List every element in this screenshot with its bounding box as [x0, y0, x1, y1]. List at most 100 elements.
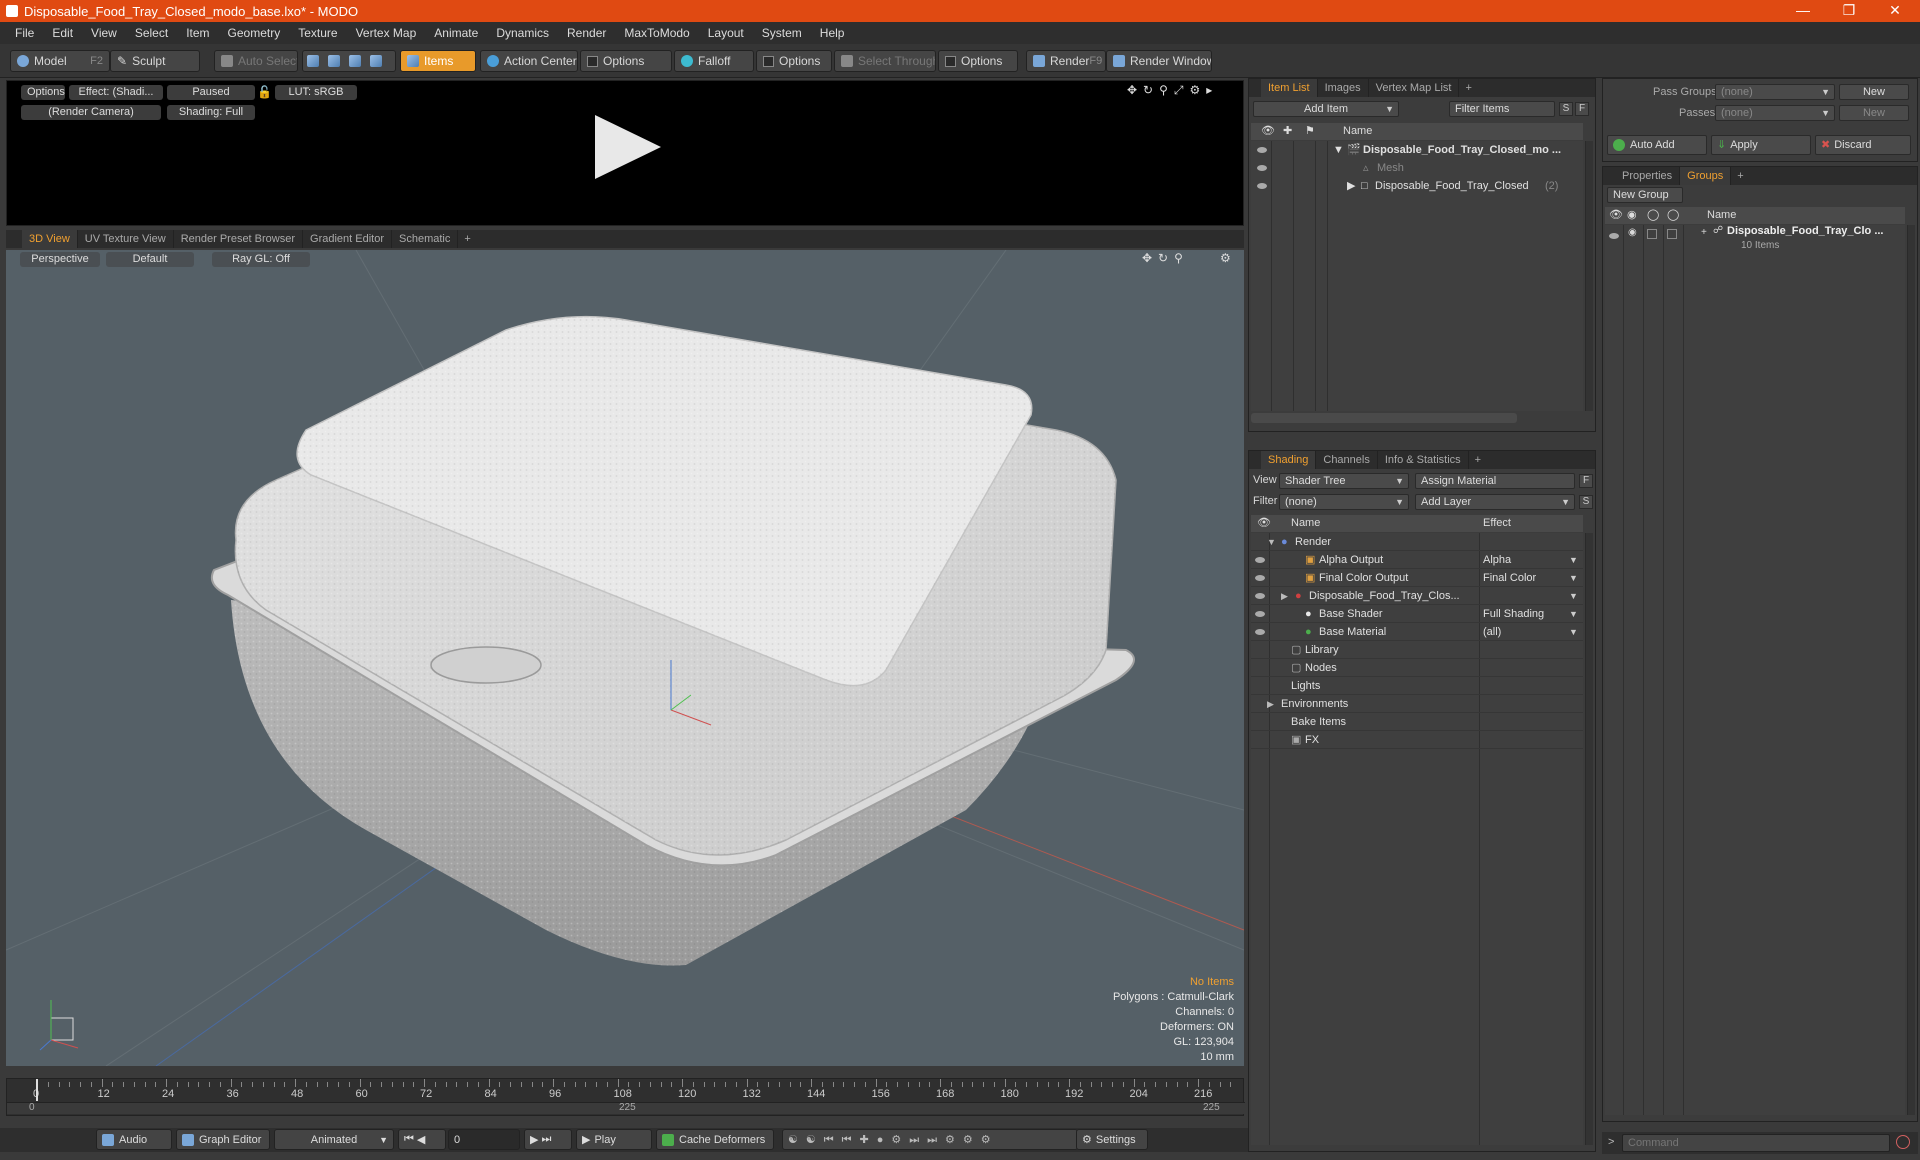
edges-mode-icon[interactable]: [328, 55, 340, 67]
item-list-hscrollbar[interactable]: [1251, 413, 1517, 423]
last-frame-icon[interactable]: ⏭: [541, 1133, 554, 1146]
add-tab-icon[interactable]: +: [1731, 170, 1749, 182]
restore-icon[interactable]: ❐: [1826, 0, 1872, 22]
select-through-options-button[interactable]: Options: [938, 50, 1018, 72]
shading-f-button[interactable]: F: [1579, 474, 1593, 488]
tab-vertex-map-list[interactable]: Vertex Map List: [1369, 79, 1460, 97]
tab-uv-texture-view[interactable]: UV Texture View: [78, 230, 174, 248]
menu-file[interactable]: File: [6, 26, 43, 40]
expand-arrow-icon[interactable]: ▶: [1347, 177, 1355, 195]
visibility-icon[interactable]: [1257, 183, 1267, 189]
command-input[interactable]: [1622, 1134, 1890, 1152]
settings-button[interactable]: ⚙ Settings: [1076, 1129, 1148, 1150]
first-frame-icon[interactable]: ⏮: [404, 1133, 417, 1146]
next-frame-icon[interactable]: ▶: [530, 1133, 541, 1146]
add-tab-icon[interactable]: +: [1469, 454, 1487, 466]
shader-tree-row[interactable]: Lights: [1251, 677, 1583, 695]
menu-render[interactable]: Render: [558, 26, 615, 40]
new-pass-group-button[interactable]: New: [1839, 84, 1909, 100]
shading-dropdown[interactable]: Shading: Full: [167, 105, 255, 120]
expand-arrow-icon[interactable]: ▼: [1267, 533, 1276, 551]
tab-groups[interactable]: Groups: [1680, 167, 1732, 185]
shader-tree-row[interactable]: ▢ Library: [1251, 641, 1583, 659]
render-preview[interactable]: Options Effect: (Shadi... Paused 🔓 LUT: …: [6, 80, 1244, 226]
discard-button[interactable]: ✖ Discard: [1815, 135, 1911, 155]
key-tools-group[interactable]: ☯☯⏮⏮✚●⚙⏭⏭⚙⚙⚙: [782, 1129, 1078, 1150]
falloff-options-button[interactable]: Options: [756, 50, 832, 72]
shader-tree-row[interactable]: ▶ Environments: [1251, 695, 1583, 713]
visibility-icon[interactable]: [1257, 165, 1267, 171]
effect-dropdown-icon[interactable]: ▼: [1569, 551, 1578, 569]
item-row-mesh[interactable]: ▵ Mesh: [1251, 159, 1583, 177]
visibility-icon[interactable]: [1255, 575, 1265, 581]
passes-dropdown[interactable]: (none) ▼: [1715, 105, 1835, 121]
filter-dropdown[interactable]: (none) ▼: [1279, 494, 1409, 510]
visibility-icon[interactable]: [1609, 233, 1619, 239]
menu-animate[interactable]: Animate: [425, 26, 487, 40]
action-center-options-button[interactable]: Options: [580, 50, 672, 72]
filter-items-input[interactable]: Filter Items: [1449, 101, 1555, 117]
tab-item-list[interactable]: Item List: [1261, 79, 1318, 97]
preview-options-button[interactable]: Options: [21, 85, 65, 100]
effect-dropdown-icon[interactable]: ▼: [1569, 605, 1578, 623]
options-checkbox[interactable]: [587, 55, 598, 67]
auto-select-button[interactable]: Auto Select: [214, 50, 298, 72]
expand-plus-icon[interactable]: +: [1701, 227, 1707, 238]
select-through-button[interactable]: Select Through: [834, 50, 936, 72]
play-button[interactable]: ▶ Play: [576, 1129, 652, 1150]
menu-view[interactable]: View: [82, 26, 126, 40]
effect-dropdown-icon[interactable]: ▼: [1569, 569, 1578, 587]
close-icon[interactable]: ✕: [1872, 0, 1918, 22]
groups-scrollbar[interactable]: [1907, 225, 1915, 1115]
default-style-dropdown[interactable]: Default: [106, 252, 194, 267]
add-tab-icon[interactable]: +: [458, 233, 476, 245]
item-list-scrollbar[interactable]: [1585, 141, 1593, 411]
item-row-group[interactable]: ▶ □ Disposable_Food_Tray_Closed (2): [1251, 177, 1583, 195]
auto-add-button[interactable]: Auto Add: [1607, 135, 1707, 155]
visibility-icon[interactable]: [1255, 629, 1265, 635]
key-tool-icons[interactable]: ☯☯⏮⏮✚●⚙⏭⏭⚙⚙⚙: [788, 1133, 999, 1147]
shader-tree-row[interactable]: ▣ Alpha Output Alpha ▼: [1251, 551, 1583, 569]
menu-vertex-map[interactable]: Vertex Map: [347, 26, 426, 40]
polygons-mode-icon[interactable]: [349, 55, 361, 67]
falloff-button[interactable]: Falloff: [674, 50, 754, 72]
menu-select[interactable]: Select: [126, 26, 177, 40]
menu-help[interactable]: Help: [811, 26, 854, 40]
lock-icon[interactable]: 🔓: [257, 85, 272, 99]
group-row[interactable]: ◉ + ☍ Disposable_Food_Tray_Clo ... 10 It…: [1605, 225, 1905, 259]
pass-groups-dropdown[interactable]: (none) ▼: [1715, 84, 1835, 100]
visibility-icon[interactable]: [1257, 147, 1267, 153]
tab-images[interactable]: Images: [1318, 79, 1369, 97]
visibility-icon[interactable]: [1255, 593, 1265, 599]
effect-dropdown-icon[interactable]: ▼: [1569, 587, 1578, 605]
menu-layout[interactable]: Layout: [699, 26, 753, 40]
step-forward-buttons[interactable]: ▶ ⏭: [524, 1129, 572, 1150]
cache-deformers-button[interactable]: Cache Deformers: [656, 1129, 774, 1150]
add-item-dropdown[interactable]: Add Item ▼: [1253, 101, 1399, 117]
render-button[interactable]: Render F9: [1026, 50, 1106, 72]
add-tab-icon[interactable]: +: [1459, 82, 1477, 94]
select-toggle[interactable]: [1667, 229, 1677, 239]
expand-arrow-icon[interactable]: ▼: [1333, 141, 1344, 159]
play-render-icon[interactable]: [595, 115, 661, 179]
falloff-options-checkbox[interactable]: [763, 55, 774, 67]
raygl-dropdown[interactable]: Ray GL: Off: [212, 252, 310, 267]
shader-tree-row[interactable]: ▶ ● Disposable_Food_Tray_Clos... ▼: [1251, 587, 1583, 605]
prev-frame-icon[interactable]: ◀: [417, 1133, 428, 1146]
visibility-icon[interactable]: [1255, 611, 1265, 617]
shader-tree-row[interactable]: ▢ Nodes: [1251, 659, 1583, 677]
shading-s-button[interactable]: S: [1579, 495, 1593, 509]
new-group-button[interactable]: New Group: [1607, 187, 1683, 203]
preview-nav-icons[interactable]: ✥↻⚲⤢⚙▸: [1127, 83, 1218, 98]
expand-arrow-icon[interactable]: ▶: [1281, 587, 1288, 605]
tab-schematic[interactable]: Schematic: [392, 230, 459, 248]
frame-input[interactable]: 0: [448, 1129, 520, 1150]
apply-button[interactable]: ⇓ Apply: [1711, 135, 1811, 155]
item-list-s-button[interactable]: S: [1559, 102, 1573, 116]
preview-paused-button[interactable]: Paused: [167, 85, 255, 100]
render-camera-dropdown[interactable]: (Render Camera): [21, 105, 161, 120]
items-mode-button[interactable]: Items: [400, 50, 476, 72]
tab-properties[interactable]: Properties: [1615, 167, 1681, 185]
perspective-dropdown[interactable]: Perspective: [20, 252, 100, 267]
shader-tree-row[interactable]: ● Base Shader Full Shading ▼: [1251, 605, 1583, 623]
